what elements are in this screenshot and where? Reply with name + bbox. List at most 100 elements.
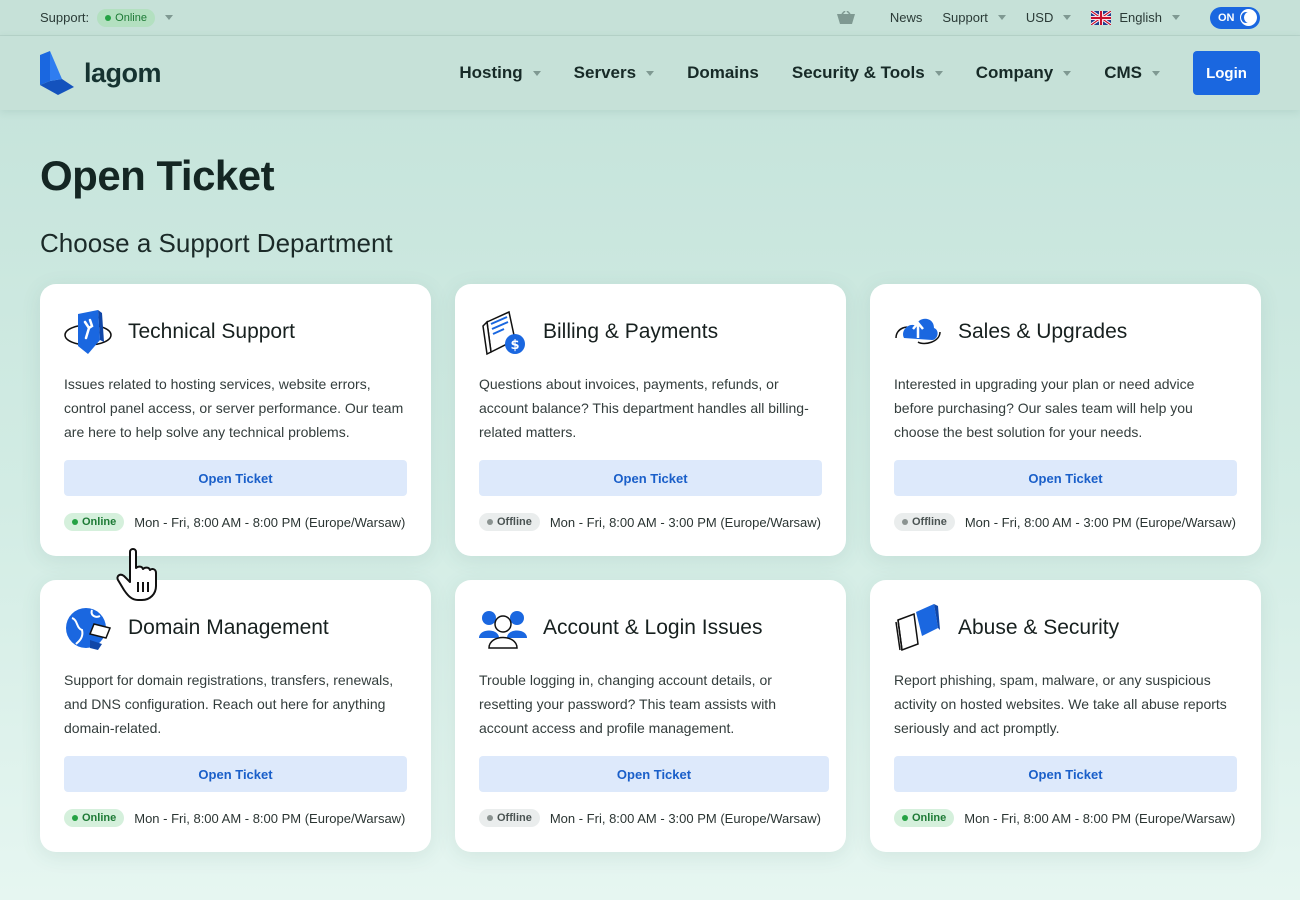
cloud-upload-icon bbox=[895, 318, 941, 345]
card-title: Abuse & Security bbox=[958, 616, 1120, 639]
support-menu-label: Support bbox=[942, 10, 988, 25]
invoice-dollar-icon: $ bbox=[482, 310, 525, 356]
status-dot bbox=[487, 815, 493, 821]
logo-text: lagom bbox=[84, 57, 162, 88]
status-badge: Offline bbox=[894, 513, 955, 531]
status-dot bbox=[902, 519, 908, 525]
users-icon bbox=[479, 611, 527, 649]
support-status-text: Online bbox=[115, 11, 147, 24]
card-description: Report phishing, spam, malware, or any s… bbox=[894, 672, 1227, 736]
support-status-badge: Online bbox=[97, 8, 155, 27]
svg-text:$: $ bbox=[510, 338, 519, 353]
main-nav: Hosting Servers Domains Security & Tools… bbox=[426, 51, 1260, 95]
card-title: Technical Support bbox=[128, 320, 295, 343]
department-grid: Technical Support Issues related to host… bbox=[40, 284, 1261, 852]
open-ticket-button[interactable]: Open Ticket bbox=[64, 460, 407, 496]
nav-servers[interactable]: Servers bbox=[573, 63, 655, 83]
uk-flag-icon bbox=[1091, 10, 1112, 25]
news-link[interactable]: News bbox=[890, 10, 923, 25]
support-menu[interactable]: Support bbox=[942, 10, 1006, 25]
nav-label: CMS bbox=[1104, 63, 1142, 82]
chevron-down-icon bbox=[997, 15, 1006, 20]
department-card-billing-payments: $ Billing & Payments Questions about inv… bbox=[455, 284, 846, 556]
status-text: Online bbox=[82, 516, 117, 528]
status-dot bbox=[487, 519, 493, 525]
card-description: Issues related to hosting services, webs… bbox=[64, 376, 404, 440]
status-text: Online bbox=[912, 812, 947, 824]
status-dot bbox=[902, 815, 908, 821]
chevron-down-icon bbox=[532, 70, 541, 76]
card-title: Sales & Upgrades bbox=[958, 320, 1128, 343]
open-ticket-button[interactable]: Open Ticket bbox=[479, 460, 822, 496]
open-ticket-button[interactable]: Open Ticket bbox=[894, 756, 1237, 792]
moon-icon bbox=[1240, 9, 1257, 26]
nav-label: Security & Tools bbox=[791, 63, 925, 82]
department-card-abuse-security: Abuse & Security Report phishing, spam, … bbox=[870, 580, 1261, 852]
nav-label: Company bbox=[975, 63, 1054, 82]
main-header: lagom Hosting Servers Domains Security &… bbox=[0, 36, 1300, 110]
card-title: Domain Management bbox=[128, 616, 329, 639]
card-description: Support for domain registrations, transf… bbox=[64, 672, 394, 736]
currency-select[interactable]: USD bbox=[1026, 10, 1072, 25]
dark-mode-toggle[interactable]: ON bbox=[1210, 6, 1260, 29]
nav-security-tools[interactable]: Security & Tools bbox=[792, 63, 943, 83]
chevron-down-icon[interactable] bbox=[164, 15, 173, 20]
status-badge: Online bbox=[894, 809, 955, 827]
globe-tag-icon bbox=[66, 608, 112, 650]
chevron-down-icon bbox=[1152, 70, 1160, 76]
department-card-technical-support: Technical Support Issues related to host… bbox=[40, 284, 431, 556]
status-dot bbox=[72, 519, 78, 525]
department-card-sales-upgrades: Sales & Upgrades Interested in upgrading… bbox=[870, 284, 1261, 556]
status-text: Online bbox=[82, 812, 117, 824]
status-text: Offline bbox=[912, 516, 947, 528]
card-status: Online Mon - Fri, 8:00 AM - 8:00 PM (Eur… bbox=[64, 809, 407, 827]
language-label: English bbox=[1119, 10, 1162, 25]
card-description: Trouble logging in, changing account det… bbox=[479, 672, 776, 736]
card-description: Interested in upgrading your plan or nee… bbox=[894, 376, 1195, 440]
nav-hosting[interactable]: Hosting bbox=[459, 63, 541, 83]
card-status: Online Mon - Fri, 8:00 AM - 8:00 PM (Eur… bbox=[894, 809, 1237, 827]
department-card-account-login: Account & Login Issues Trouble logging i… bbox=[455, 580, 846, 852]
language-select[interactable]: English bbox=[1091, 10, 1180, 25]
card-title: Account & Login Issues bbox=[543, 616, 763, 639]
working-hours: Mon - Fri, 8:00 AM - 3:00 PM (Europe/War… bbox=[549, 514, 821, 530]
working-hours: Mon - Fri, 8:00 AM - 8:00 PM (Europe/War… bbox=[964, 810, 1236, 826]
login-button[interactable]: Login bbox=[1193, 51, 1260, 95]
support-label: Support: bbox=[40, 10, 90, 25]
department-card-domain-management: Domain Management Support for domain reg… bbox=[40, 580, 431, 852]
hand-cursor-icon bbox=[116, 548, 157, 601]
support-status-group: Support: Online bbox=[40, 8, 173, 27]
card-title: Billing & Payments bbox=[543, 320, 719, 343]
status-badge: Online bbox=[64, 809, 125, 827]
top-bar-right: News Support USD English ON bbox=[836, 6, 1260, 29]
chevron-down-icon bbox=[1172, 15, 1180, 20]
status-badge: Offline bbox=[479, 513, 540, 531]
chevron-down-icon bbox=[1063, 70, 1072, 76]
status-text: Offline bbox=[497, 516, 532, 528]
nav-label: Domains bbox=[687, 63, 759, 82]
open-ticket-button[interactable]: Open Ticket bbox=[64, 756, 407, 792]
card-status: Online Mon - Fri, 8:00 AM - 8:00 PM (Eur… bbox=[64, 513, 407, 531]
card-description: Questions about invoices, payments, refu… bbox=[479, 376, 809, 440]
status-dot bbox=[105, 14, 112, 21]
working-hours: Mon - Fri, 8:00 AM - 8:00 PM (Europe/War… bbox=[134, 810, 406, 826]
page-subtitle: Choose a Support Department bbox=[40, 228, 393, 258]
nav-label: Servers bbox=[573, 63, 637, 82]
chevron-down-icon bbox=[1063, 15, 1072, 20]
wrench-shield-icon bbox=[64, 310, 112, 354]
cart-icon[interactable] bbox=[836, 10, 856, 25]
toggle-label: ON bbox=[1218, 11, 1235, 24]
open-ticket-button[interactable]: Open Ticket bbox=[894, 460, 1237, 496]
chevron-down-icon bbox=[934, 70, 943, 76]
nav-domains[interactable]: Domains bbox=[687, 63, 759, 83]
open-ticket-button[interactable]: Open Ticket bbox=[479, 756, 829, 792]
nav-company[interactable]: Company bbox=[975, 63, 1072, 83]
nav-label: Hosting bbox=[459, 63, 523, 82]
nav-cms[interactable]: CMS bbox=[1104, 63, 1160, 83]
top-bar: Support: Online News Support USD English… bbox=[0, 0, 1300, 36]
page-title: Open Ticket bbox=[40, 152, 275, 199]
lagom-logo-icon bbox=[40, 51, 74, 95]
logo[interactable]: lagom bbox=[40, 51, 162, 95]
working-hours: Mon - Fri, 8:00 AM - 3:00 PM (Europe/War… bbox=[964, 514, 1236, 530]
card-status: Offline Mon - Fri, 8:00 AM - 3:00 PM (Eu… bbox=[479, 513, 822, 531]
